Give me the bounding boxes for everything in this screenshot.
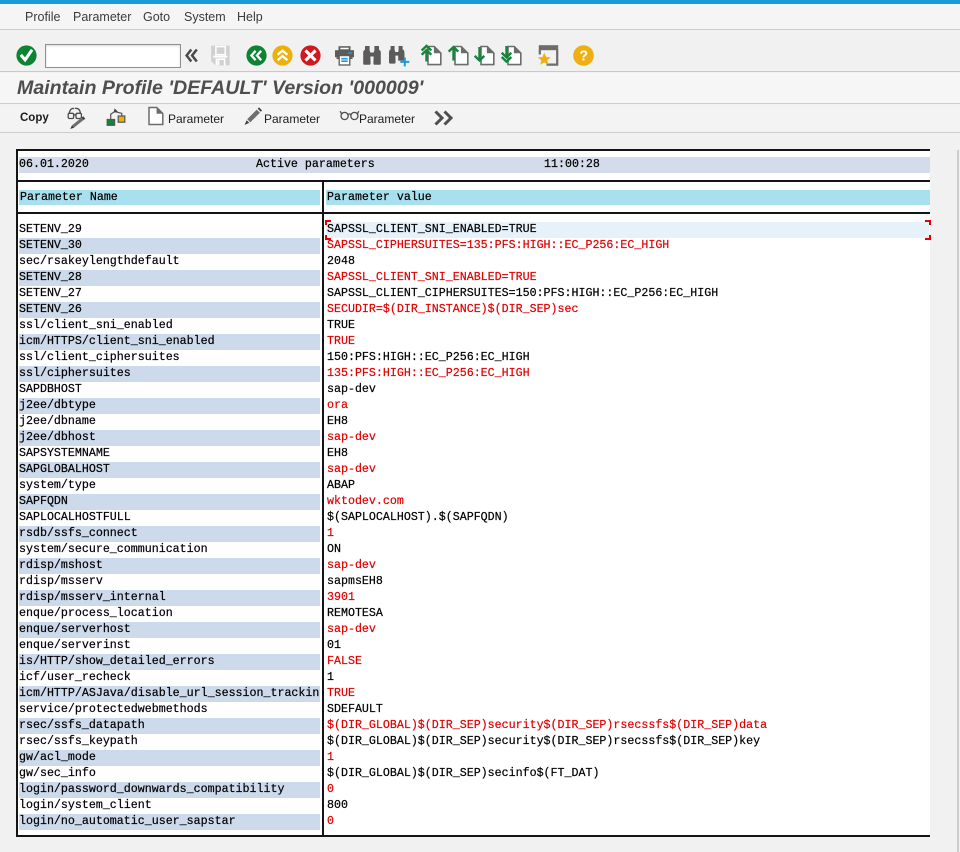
svg-text:?: ? [579,49,588,65]
